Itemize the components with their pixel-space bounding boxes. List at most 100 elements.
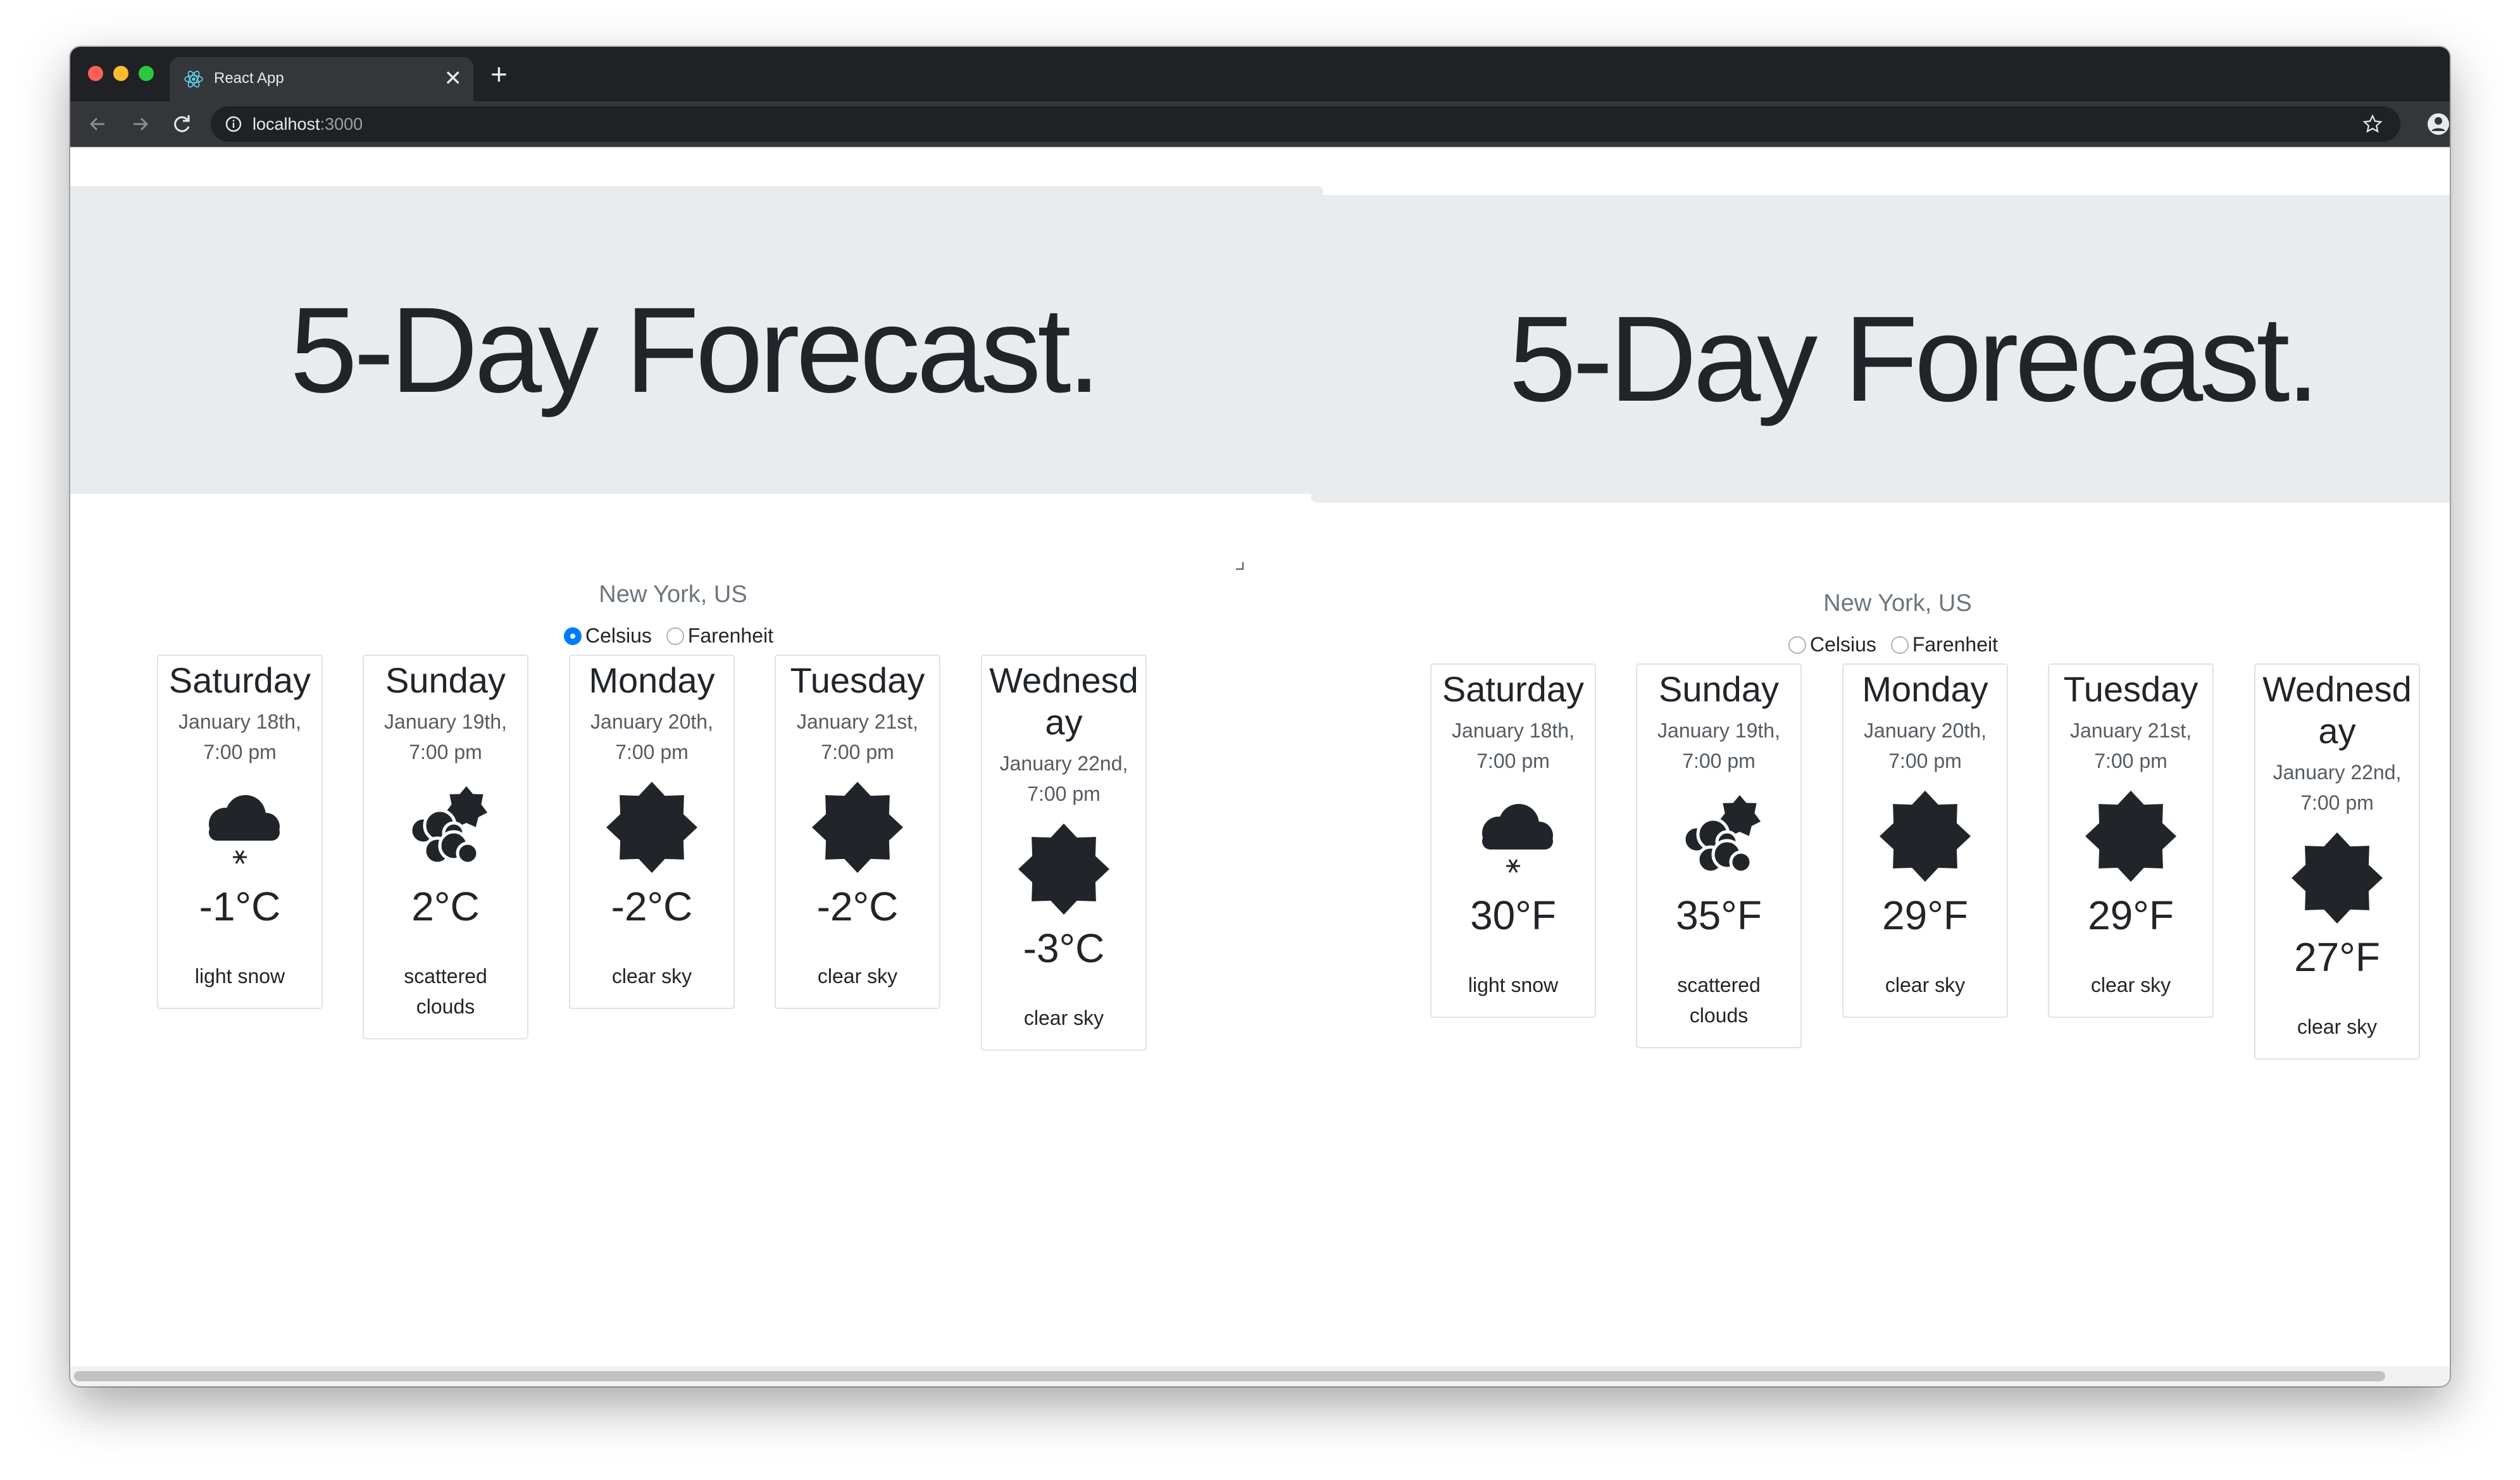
browser-window: React App ✕ + localhost:3000 5-Day Forec… [70, 47, 2450, 1386]
reload-icon[interactable] [168, 110, 196, 138]
forecast-panel-fahrenheit: 5-Day Forecast. New York, US Celsius Far… [1295, 148, 2450, 1351]
forecast-card: Monday January 20th, 7:00 pm 29°F clear sky [1842, 663, 2008, 1018]
address-bar[interactable]: localhost:3000 [211, 106, 2400, 142]
card-day: Monday [1862, 669, 1988, 709]
clouds-sun-icon [398, 780, 493, 875]
forecast-card: Wednesday January 22nd, 7:00 pm -3°C clear … [981, 655, 1147, 1051]
card-temperature: 27°F [2294, 934, 2380, 980]
card-description: clear sky [1023, 1007, 1104, 1029]
card-day: Saturday [1442, 669, 1585, 709]
card-day: Saturday [168, 660, 311, 700]
card-spacer [158, 991, 321, 1008]
fahrenheit-radio[interactable] [1890, 636, 1909, 654]
card-temperature: -3°C [1023, 925, 1105, 971]
card-spacer [2255, 1042, 2419, 1058]
card-temperature: 29°F [1882, 893, 1968, 938]
card-spacer [1843, 1000, 2007, 1017]
city-label: New York, US [1823, 590, 1972, 617]
card-date: January 20th, 7:00 pm [590, 710, 713, 763]
card-temperature: 30°F [1470, 893, 1556, 938]
forward-arrow-icon[interactable] [126, 110, 154, 138]
card-day: Tuesday [2063, 669, 2199, 709]
card-description: clear sky [817, 965, 898, 988]
url-text[interactable]: localhost:3000 [253, 115, 363, 134]
profile-avatar-icon[interactable] [2426, 110, 2450, 138]
fahrenheit-label[interactable]: Farenheit [688, 624, 773, 647]
page-viewport: 5-Day Forecast. New York, US Celsius Far… [70, 148, 2450, 1386]
page-title: 5-Day Forecast. [290, 282, 1101, 418]
card-date: January 22nd, 7:00 pm [2273, 761, 2402, 814]
unit-toggle: Celsius Farenheit [70, 624, 1276, 648]
clouds-sun-icon [1671, 789, 1766, 884]
sun-icon [2290, 831, 2385, 925]
window-minimize-button[interactable] [113, 66, 128, 81]
celsius-radio[interactable] [1788, 636, 1806, 654]
site-info-icon[interactable] [225, 115, 242, 133]
celsius-radio[interactable] [564, 627, 582, 645]
card-day: Monday [589, 660, 715, 700]
card-date: January 20th, 7:00 pm [1864, 719, 1987, 772]
tab-close-icon[interactable]: ✕ [444, 66, 463, 91]
card-spacer [364, 1022, 527, 1038]
snow-cloud-icon [1466, 789, 1561, 884]
card-day: Sunday [385, 660, 506, 700]
card-date: January 18th, 7:00 pm [1452, 719, 1575, 772]
card-description: light snow [194, 965, 285, 988]
jumbotron-header: 5-Day Forecast. [1311, 195, 2450, 503]
forecast-card: Sunday January 19th, 7:00 pm 2°C scattered … [363, 655, 528, 1039]
card-description: clear sky [611, 965, 692, 988]
card-description: scattered clouds [1677, 974, 1761, 1027]
window-maximize-button[interactable] [139, 66, 154, 81]
new-tab-button[interactable]: + [490, 60, 508, 89]
card-date: January 19th, 7:00 pm [384, 710, 507, 763]
browser-tab[interactable]: React App ✕ [170, 57, 473, 101]
sun-icon [1016, 822, 1111, 917]
forecast-card: Sunday January 19th, 7:00 pm 35°F scattered… [1636, 663, 1802, 1048]
fahrenheit-radio[interactable] [666, 627, 684, 645]
jumbotron-header: 5-Day Forecast. [70, 186, 1323, 494]
card-temperature: -1°C [199, 884, 281, 929]
card-spacer [1637, 1031, 1800, 1047]
card-spacer [570, 991, 733, 1008]
card-description: scattered clouds [404, 965, 487, 1018]
card-temperature: 2°C [411, 884, 480, 929]
card-description: clear sky [2090, 974, 2171, 996]
card-day: Sunday [1659, 669, 1779, 709]
celsius-label[interactable]: Celsius [1810, 633, 1876, 656]
card-spacer [2049, 1000, 2212, 1017]
card-day: Tuesday [790, 660, 925, 700]
tab-title: React App [214, 70, 284, 87]
card-date: January 21st, 7:00 pm [2069, 719, 2192, 772]
celsius-label[interactable]: Celsius [585, 624, 652, 647]
card-temperature: 35°F [1676, 893, 1762, 938]
horizontal-scrollbar-track[interactable] [70, 1366, 2450, 1386]
browser-toolbar: localhost:3000 [70, 101, 2450, 147]
forecast-card: Wednesday January 22nd, 7:00 pm 27°F clear … [2254, 663, 2420, 1060]
back-arrow-icon[interactable] [84, 110, 112, 138]
sun-icon [2083, 789, 2178, 884]
fahrenheit-label[interactable]: Farenheit [1912, 633, 1998, 656]
card-spacer [1432, 1000, 1595, 1017]
window-close-button[interactable] [88, 66, 103, 81]
card-temperature: -2°C [611, 884, 693, 929]
card-description: clear sky [1885, 974, 1966, 996]
card-day: Wednesday [989, 660, 1138, 742]
sun-icon [604, 780, 699, 875]
forecast-panel-celsius: 5-Day Forecast. New York, US Celsius Far… [70, 148, 1323, 1351]
snow-cloud-icon [192, 780, 287, 875]
horizontal-scrollbar-thumb[interactable] [74, 1371, 2385, 1381]
card-date: January 22nd, 7:00 pm [999, 752, 1128, 805]
card-temperature: 29°F [2088, 893, 2174, 938]
card-date: January 21st, 7:00 pm [796, 710, 919, 763]
bookmark-star-icon[interactable] [2362, 114, 2383, 134]
sun-icon [1878, 789, 1973, 884]
forecast-card: Monday January 20th, 7:00 pm -2°C clear sky [569, 655, 735, 1009]
sun-icon [810, 780, 905, 875]
unit-toggle: Celsius Farenheit [1295, 633, 2450, 656]
forecast-card: Saturday January 18th, 7:00 pm 30°F light s… [1430, 663, 1596, 1018]
city-label: New York, US [599, 581, 747, 608]
forecast-card: Tuesday January 21st, 7:00 pm -2°C clear sk… [775, 655, 940, 1009]
card-date: January 18th, 7:00 pm [178, 710, 301, 763]
resize-handle-icon [1236, 562, 1244, 570]
card-description: clear sky [2297, 1015, 2378, 1038]
